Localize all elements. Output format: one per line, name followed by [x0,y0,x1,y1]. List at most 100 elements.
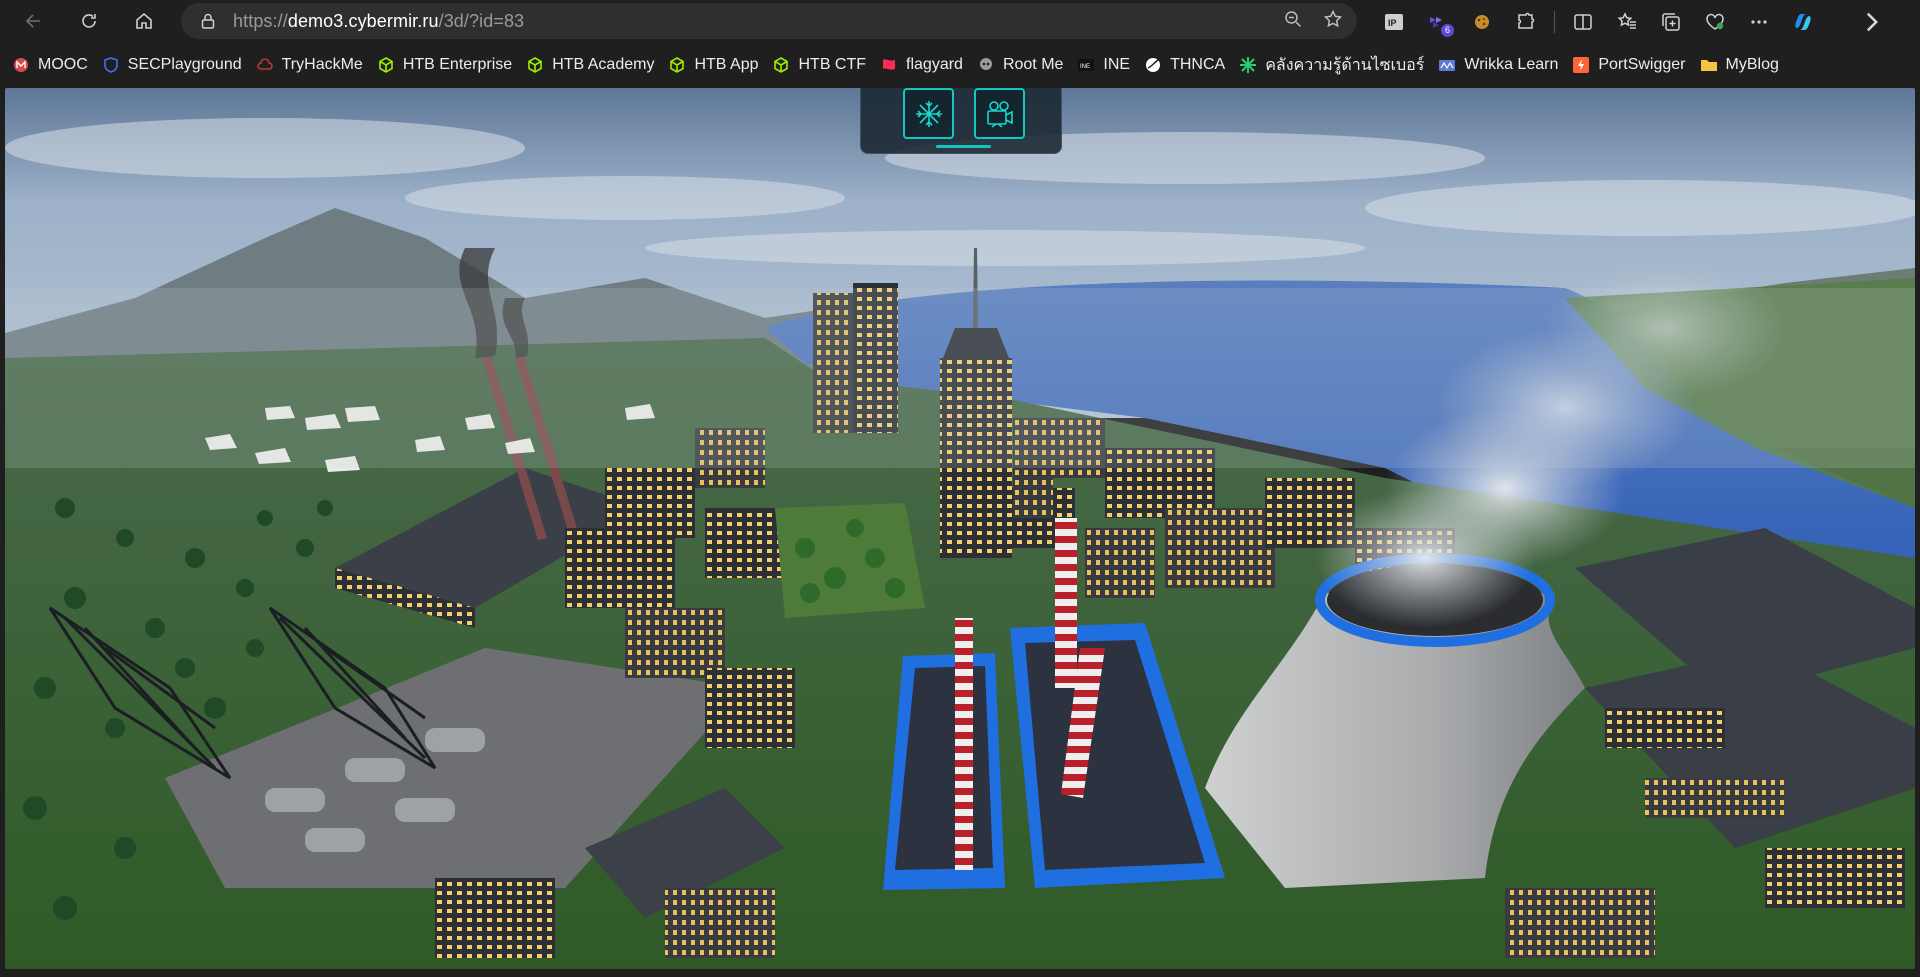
window-bottom-edge [0,969,1920,977]
extensions-bar: IP 6 [1372,0,1825,43]
extensions-button[interactable] [1504,4,1548,40]
bookmark-label: MyBlog [1725,56,1779,73]
collections-button[interactable] [1649,4,1693,40]
bookmark-label: Root Me [1002,56,1064,73]
cube-icon [377,56,395,74]
split-screen-button[interactable] [1561,4,1605,40]
bookmark-item[interactable]: HTB App [668,50,768,80]
bookmarks-overflow-button[interactable] [1858,8,1886,36]
zoom-button[interactable] [1283,9,1303,33]
snowflake-view-button[interactable] [903,88,954,139]
url-path: /3d/?id=83 [438,10,525,31]
folder-icon [1700,56,1718,74]
bookmark-item[interactable]: Wrikka Learn [1438,50,1568,80]
favorite-button[interactable] [1323,9,1343,33]
bookmark-item[interactable]: TryHackMe [256,50,373,80]
ine-icon: INE [1077,56,1095,74]
bookmark-label: THNCA [1170,56,1226,73]
zoom-out-icon [1285,11,1302,28]
reload-icon [82,14,96,28]
bookmark-label: SECPlayground [127,56,242,73]
bookmark-item[interactable]: MOOC [12,50,98,80]
flag-icon [880,56,898,74]
bookmark-label: PortSwigger [1598,56,1686,73]
copilot-icon [1795,13,1811,30]
chevron-right-icon [1866,12,1878,32]
cookie-extension-button[interactable] [1460,4,1504,40]
shield-icon [102,56,120,74]
bolt-icon [1572,56,1590,74]
address-actions [1283,3,1343,39]
arrow-left-icon [25,14,40,28]
bookmark-item[interactable]: PortSwigger [1572,50,1695,80]
bookmark-label: MOOC [38,56,88,73]
bookmark-label: คลังความรู้ด้านไซเบอร์ [1265,56,1425,74]
heart-pulse-icon [1706,13,1724,30]
address-bar[interactable]: https://demo3.cybermir.ru/3d/?id=83 [181,3,1357,39]
video-camera-icon [986,100,1013,128]
active-mode-indicator [936,145,991,148]
city-scene[interactable] [5,88,1915,969]
bookmarks-bar: MOOC SECPlayground TryHackMe HTB Enterprise… [0,43,1920,87]
wrikka-icon [1438,56,1456,74]
back-button[interactable] [16,3,52,39]
smokestack-2 [955,750,973,870]
bookmark-item[interactable]: คลังความรู้ด้านไซเบอร์ [1239,50,1434,80]
thnca-icon [1144,56,1162,74]
cookie-icon [1475,14,1489,29]
favorites-button[interactable] [1605,4,1649,40]
cube-icon [668,56,686,74]
scene-mode-panel [860,88,1062,154]
url-text: https://demo3.cybermir.ru/3d/?id=83 [233,11,524,32]
central-park [775,503,925,618]
star-burst-icon [1239,56,1257,74]
snowflake-icon [915,100,942,127]
more-menu-button[interactable] [1737,4,1781,40]
mooc-icon [12,56,30,74]
bookmark-item[interactable]: MyBlog [1700,50,1789,80]
puzzle-icon [1518,12,1535,29]
bookmark-item[interactable]: SECPlayground [102,50,252,80]
bookmark-item[interactable]: HTB Academy [526,50,664,80]
bookmark-label: INE [1103,56,1131,73]
bookmark-item[interactable]: THNCA [1144,50,1235,80]
home-icon [136,12,152,29]
atmospheric-haze [5,288,1915,468]
lock-icon [199,12,217,30]
wappalyzer-extension-button[interactable]: 6 [1416,4,1460,40]
bookmark-label: HTB Enterprise [402,56,513,73]
favorites-list-icon [1617,11,1636,29]
svg-text:INE: INE [1080,64,1090,70]
cube-icon [526,56,544,74]
url-host: demo3.cybermir.ru [287,10,439,31]
bookmark-label: TryHackMe [281,56,363,73]
home-button[interactable] [126,3,162,39]
bookmark-label: HTB App [694,56,759,73]
cloud-icon [256,56,274,74]
extension-badge: 6 [1441,23,1454,37]
toolbar-separator [1554,10,1555,33]
bookmark-item[interactable]: HTB Enterprise [377,50,522,80]
bookmark-item[interactable]: HTB CTF [772,50,876,80]
bookmark-item[interactable]: Root Me [977,50,1073,80]
bookmark-label: HTB Academy [552,56,655,73]
ip-icon: IP [1385,13,1403,30]
bookmark-label: Wrikka Learn [1464,56,1559,73]
collections-icon [1662,12,1680,31]
3d-city-viewport[interactable] [5,88,1915,969]
url-scheme: https:// [233,10,288,31]
bookmark-item[interactable]: flagyard [880,50,973,80]
skull-icon [977,56,995,74]
ip-extension-button[interactable]: IP [1372,4,1416,40]
bookmark-label: HTB CTF [798,56,867,73]
copilot-button[interactable] [1781,4,1825,40]
split-screen-icon [1574,13,1592,30]
browser-essentials-button[interactable] [1693,4,1737,40]
bookmark-label: flagyard [906,56,963,73]
bookmark-item[interactable]: INE INE [1077,50,1140,80]
camera-view-button[interactable] [974,88,1025,139]
browser-toolbar: https://demo3.cybermir.ru/3d/?id=83 IP 6 [0,0,1920,43]
reload-button[interactable] [71,3,107,39]
more-dots-icon [1751,19,1767,24]
star-icon [1323,9,1343,28]
